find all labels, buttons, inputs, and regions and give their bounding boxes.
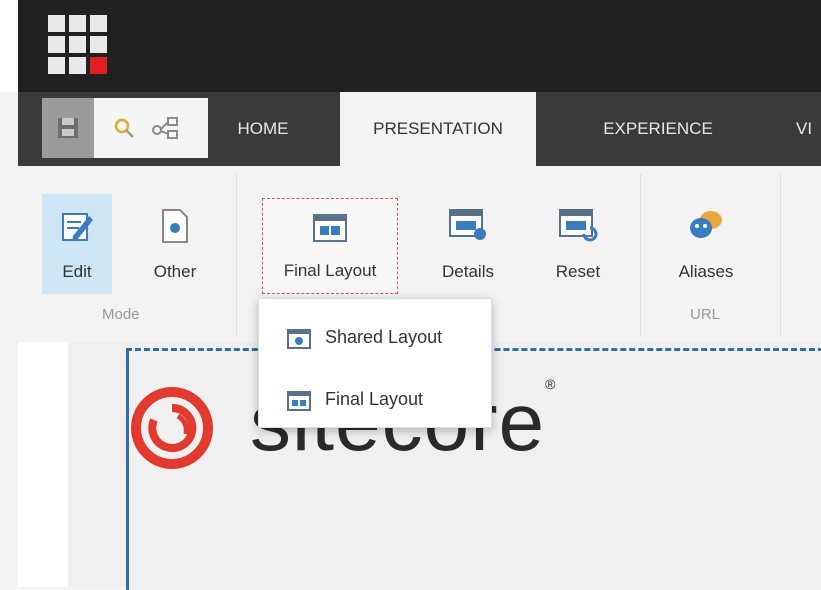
tab-experience[interactable]: EXPERIENCE: [578, 92, 738, 166]
layout-details-icon: [449, 209, 486, 240]
layout-reset-icon: [559, 209, 598, 242]
aliases-button[interactable]: Aliases: [656, 194, 756, 294]
top-bar-background: [18, 0, 821, 92]
search-icon[interactable]: [112, 116, 136, 140]
dropdown-item-shared-layout[interactable]: Shared Layout: [259, 309, 491, 365]
quick-access-toolbar: [42, 98, 208, 158]
layout-icon: [313, 214, 347, 242]
navigation-tree-icon[interactable]: [152, 116, 180, 140]
other-button[interactable]: Other: [130, 194, 220, 294]
save-icon: [58, 118, 78, 138]
dropdown-item-final-layout[interactable]: Final Layout: [259, 371, 491, 427]
edit-button[interactable]: Edit: [42, 194, 112, 294]
tab-presentation[interactable]: PRESENTATION: [340, 92, 536, 166]
shared-layout-label: Shared Layout: [325, 327, 443, 347]
final-layout-dropdown: Shared Layout Final Layout: [258, 298, 492, 428]
aliases-label: Aliases: [678, 262, 734, 281]
app-launcher-icon[interactable]: [48, 15, 108, 75]
group-label-url: URL: [690, 306, 721, 323]
edit-label: Edit: [62, 262, 92, 281]
separator: [236, 174, 237, 336]
sitecore-logo-icon: [131, 387, 213, 469]
final-layout-button[interactable]: Final Layout: [262, 198, 398, 294]
final-layout-icon: [287, 391, 311, 411]
final-layout-label: Final Layout: [283, 261, 377, 280]
tab-home[interactable]: HOME: [222, 92, 304, 166]
ribbon-tab-bar: HOME PRESENTATION EXPERIENCE VI: [18, 92, 821, 166]
details-button[interactable]: Details: [422, 194, 514, 294]
separator: [640, 174, 641, 336]
tab-view-truncated[interactable]: VI: [796, 92, 821, 166]
other-label: Other: [153, 262, 197, 281]
masks-icon: [690, 211, 722, 238]
shared-layout-icon: [287, 329, 311, 349]
save-button[interactable]: [42, 98, 94, 158]
details-label: Details: [442, 262, 494, 281]
reset-button[interactable]: Reset: [532, 194, 624, 294]
reset-label: Reset: [555, 262, 601, 281]
edit-pencil-icon: [62, 213, 93, 241]
group-label-mode: Mode: [102, 306, 140, 323]
document-icon: [162, 209, 188, 243]
trademark-symbol: ®: [545, 376, 557, 392]
top-bar: [0, 0, 821, 92]
final-layout-item-label: Final Layout: [325, 389, 424, 409]
separator: [780, 174, 781, 336]
